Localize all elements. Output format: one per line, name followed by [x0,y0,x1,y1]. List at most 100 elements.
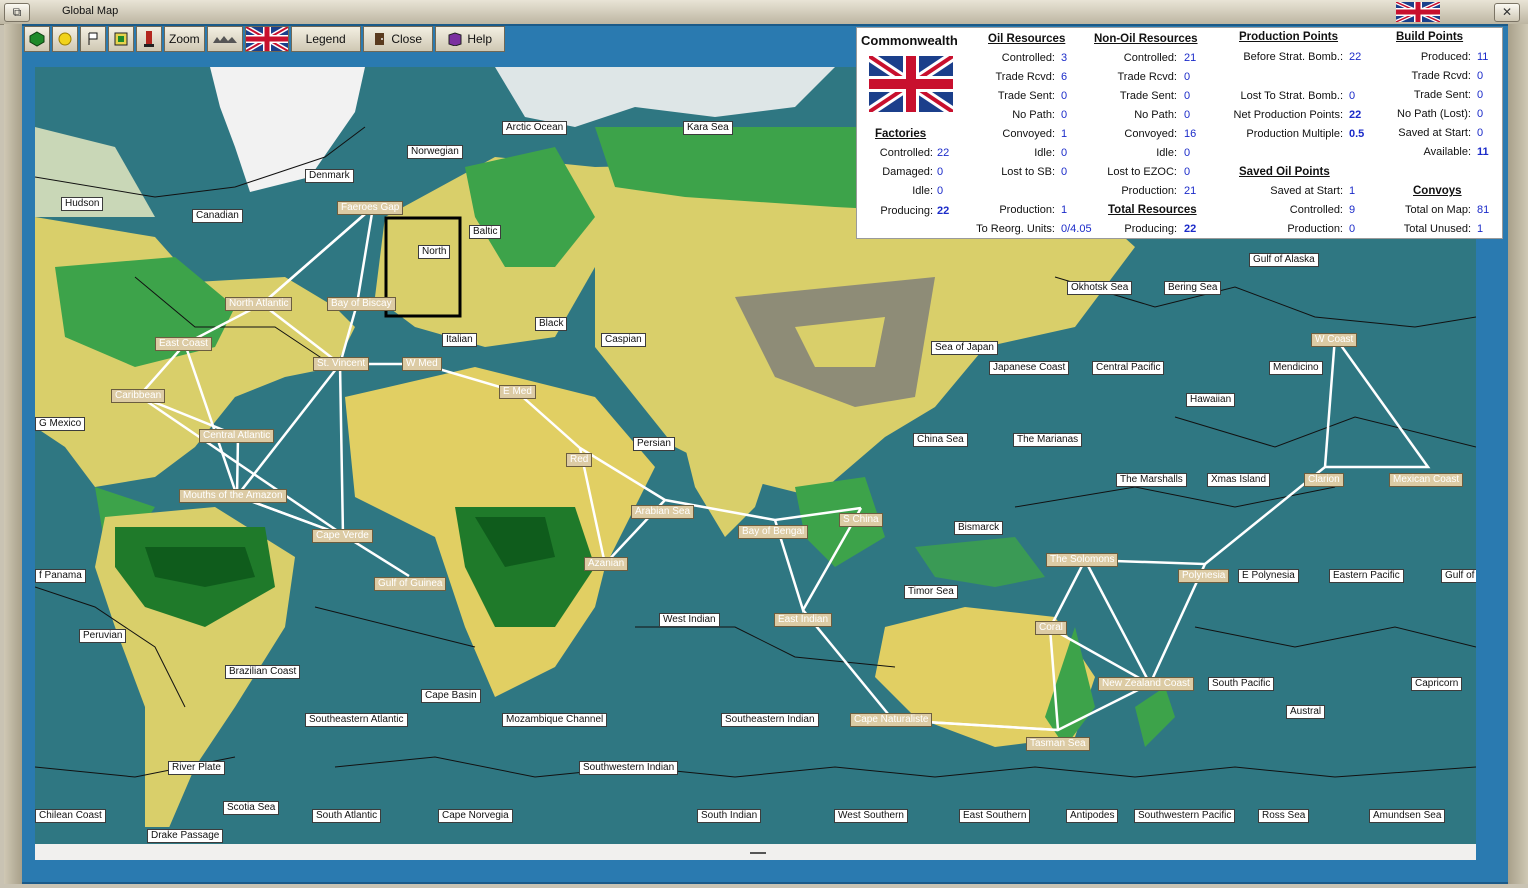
sea-label-japanese-coast[interactable]: Japanese Coast [989,361,1070,375]
sea-label-south-pacific[interactable]: South Pacific [1208,677,1275,691]
frame-border-right [1508,24,1528,884]
close-button[interactable]: Close [362,26,433,52]
sea-label-north[interactable]: North [418,245,451,259]
help-button[interactable]: Help [434,26,505,52]
zoom-button[interactable]: Zoom [164,26,205,52]
flag-toggle-button[interactable] [80,26,106,52]
terrain-icon-button[interactable] [206,26,243,52]
sea-label-central-pacific[interactable]: Central Pacific [1092,361,1165,375]
sea-label-norwegian[interactable]: Norwegian [407,145,463,159]
zone-label-st-vincent[interactable]: St. Vincent [313,357,370,371]
zone-label-the-solomons[interactable]: The Solomons [1046,553,1119,567]
sea-label-denmark[interactable]: Denmark [305,169,354,183]
sea-label-mozambique-channel[interactable]: Mozambique Channel [502,713,608,727]
nation-flag-button[interactable] [244,26,289,52]
supply-icon-button[interactable] [108,26,134,52]
sea-label-east-southern[interactable]: East Southern [959,809,1031,823]
sea-label-ross-sea[interactable]: Ross Sea [1258,809,1310,823]
sea-label-the-marshalls[interactable]: The Marshalls [1116,473,1187,487]
resize-grip-icon[interactable] [750,852,766,854]
sea-label-gulf-of-alaska[interactable]: Gulf of Alaska [1249,253,1319,267]
zone-label-faeroes-gap[interactable]: Faeroes Gap [337,201,404,215]
sea-label-west-indian[interactable]: West Indian [659,613,720,627]
sea-label-gulf-of-panama[interactable]: f Panama [35,569,86,583]
zone-label-north-atlantic[interactable]: North Atlantic [225,297,293,311]
zone-label-mouths-of-the-amazon[interactable]: Mouths of the Amazon [179,489,287,503]
sea-label-cape-norvegia[interactable]: Cape Norvegia [438,809,513,823]
sea-label-persian[interactable]: Persian [633,437,675,451]
sea-label-the-marianas[interactable]: The Marianas [1013,433,1083,447]
sea-label-gulf-of[interactable]: Gulf of [1441,569,1476,583]
sea-label-caspian[interactable]: Caspian [601,333,646,347]
zone-label-east-coast[interactable]: East Coast [155,337,212,351]
sea-label-southwestern-pacific[interactable]: Southwestern Pacific [1134,809,1236,823]
sea-label-g-mexico[interactable]: G Mexico [35,417,86,431]
zone-label-bay-of-biscay[interactable]: Bay of Biscay [327,297,396,311]
zone-label-azanian[interactable]: Azanian [584,557,629,571]
sea-label-eastern-pacific[interactable]: Eastern Pacific [1329,569,1404,583]
zone-label-east-indian[interactable]: East Indian [774,613,833,627]
sea-label-brazilian-coast[interactable]: Brazilian Coast [225,665,301,679]
nonoil-controlled-label: Controlled: [1123,52,1177,64]
sea-label-arctic-ocean[interactable]: Arctic Ocean [502,121,568,135]
zone-label-new-zealand-coast[interactable]: New Zealand Coast [1098,677,1194,691]
zone-label-tasman-sea[interactable]: Tasman Sea [1026,737,1090,751]
zone-label-mexican-coast[interactable]: Mexican Coast [1389,473,1464,487]
sea-label-peruvian[interactable]: Peruvian [79,629,127,643]
zone-label-cape-naturaliste[interactable]: Cape Naturaliste [850,713,933,727]
sea-label-bering-sea[interactable]: Bering Sea [1164,281,1222,295]
sea-label-hudson[interactable]: Hudson [61,197,104,211]
zone-label-bay-of-bengal[interactable]: Bay of Bengal [738,525,809,539]
sea-label-china-sea[interactable]: China Sea [913,433,968,447]
sea-label-baltic[interactable]: Baltic [469,225,502,239]
sea-label-drake-passage[interactable]: Drake Passage [147,829,224,843]
sea-label-canadian[interactable]: Canadian [192,209,243,223]
unit-icon-button[interactable] [136,26,162,52]
zone-label-w-med[interactable]: W Med [402,357,442,371]
sea-label-scotia-sea[interactable]: Scotia Sea [223,801,280,815]
zone-label-gulf-of-guinea[interactable]: Gulf of Guinea [374,577,447,591]
restore-button[interactable]: ⧉ [4,3,30,22]
sea-label-amundsen-sea[interactable]: Amundsen Sea [1369,809,1446,823]
sea-label-okhotsk-sea[interactable]: Okhotsk Sea [1067,281,1133,295]
sea-label-antipodes[interactable]: Antipodes [1066,809,1119,823]
sea-label-bismarck[interactable]: Bismarck [954,521,1004,535]
sea-label-austral[interactable]: Austral [1286,705,1326,719]
sea-label-capricorn[interactable]: Capricorn [1411,677,1463,691]
sea-label-southwestern-indian[interactable]: Southwestern Indian [579,761,679,775]
zone-label-s-china[interactable]: S China [839,513,883,527]
sea-label-south-indian[interactable]: South Indian [697,809,762,823]
sea-label-chilean-coast[interactable]: Chilean Coast [35,809,106,823]
factories-controlled-label: Controlled: [879,147,933,159]
zone-label-cape-verde[interactable]: Cape Verde [312,529,373,543]
sea-label-west-southern[interactable]: West Southern [834,809,908,823]
sea-label-kara-sea[interactable]: Kara Sea [683,121,733,135]
sea-label-xmas-island[interactable]: Xmas Island [1207,473,1271,487]
sea-label-e-polynesia[interactable]: E Polynesia [1238,569,1299,583]
sea-label-river-plate[interactable]: River Plate [168,761,225,775]
zone-label-clarion[interactable]: Clarion [1304,473,1344,487]
zone-label-arabian-sea[interactable]: Arabian Sea [631,505,695,519]
zone-label-polynesia[interactable]: Polynesia [1178,569,1230,583]
hex-icon-button[interactable] [24,26,50,52]
sea-label-sea-of-japan[interactable]: Sea of Japan [931,341,998,355]
sea-label-southeastern-indian[interactable]: Southeastern Indian [721,713,819,727]
zone-label-e-med[interactable]: E Med [499,385,536,399]
sea-label-south-atlantic[interactable]: South Atlantic [312,809,382,823]
sea-label-mendicino[interactable]: Mendicino [1269,361,1323,375]
star-icon-button[interactable] [52,26,78,52]
sea-label-italian[interactable]: Italian [442,333,477,347]
legend-button[interactable]: Legend [290,26,361,52]
zone-label-central-atlantic[interactable]: Central Atlantic [199,429,275,443]
zone-label-red[interactable]: Red [566,453,593,467]
zone-label-w-coast[interactable]: W Coast [1311,333,1358,347]
sea-label-cape-basin[interactable]: Cape Basin [421,689,481,703]
sea-label-hawaiian[interactable]: Hawaiian [1186,393,1236,407]
sea-label-southeastern-atlantic[interactable]: Southeastern Atlantic [305,713,408,727]
window-close-button[interactable]: ✕ [1494,3,1520,22]
sea-label-timor-sea[interactable]: Timor Sea [904,585,958,599]
sea-label-black[interactable]: Black [535,317,568,331]
zone-label-caribbean[interactable]: Caribbean [111,389,166,403]
convoys-total-label: Total on Map: [1404,204,1471,216]
zone-label-coral[interactable]: Coral [1035,621,1067,635]
